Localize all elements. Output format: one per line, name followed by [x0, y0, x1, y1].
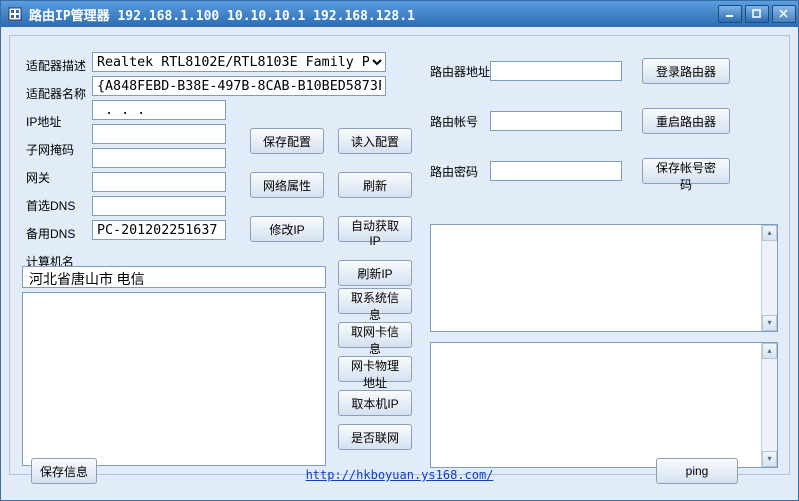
scrollbar-2[interactable]: ▴ ▾ — [761, 343, 777, 467]
isp-location-box: 河北省唐山市 电信 — [22, 266, 326, 288]
window-title: 路由IP管理器 192.168.1.100 10.10.10.1 192.168… — [29, 5, 715, 24]
modify-ip-button[interactable]: 修改IP — [250, 216, 324, 242]
maximize-button[interactable] — [745, 5, 769, 23]
scrollbar-1[interactable]: ▴ ▾ — [761, 225, 777, 331]
nic-phys-addr-button[interactable]: 网卡物理地址 — [338, 356, 412, 382]
app-icon — [7, 6, 23, 22]
get-nic-info-button[interactable]: 取网卡信息 — [338, 322, 412, 348]
main-frame: 适配器描述 适配器名称 IP地址 子网掩码 网关 首选DNS 备用DNS 计算机… — [9, 35, 790, 475]
label-gateway: 网关 — [26, 166, 88, 190]
router-addr-field[interactable] — [490, 61, 622, 81]
gateway-field[interactable] — [92, 148, 226, 168]
label-adapter-name: 适配器名称 — [26, 82, 88, 106]
dns1-field[interactable] — [92, 172, 226, 192]
log-list-box[interactable] — [22, 292, 326, 466]
load-config-button[interactable]: 读入配置 — [338, 128, 412, 154]
window-titlebar: 路由IP管理器 192.168.1.100 10.10.10.1 192.168… — [1, 1, 798, 27]
label-subnet: 子网掩码 — [26, 138, 88, 162]
is-online-button[interactable]: 是否联网 — [338, 424, 412, 450]
close-button[interactable] — [772, 5, 796, 23]
scroll-up-icon[interactable]: ▴ — [762, 343, 777, 359]
label-router-pass: 路由密码 — [430, 163, 490, 180]
output-textarea-1[interactable]: ▴ ▾ — [430, 224, 778, 332]
label-router-addr: 路由器地址 — [430, 63, 490, 80]
net-props-button[interactable]: 网络属性 — [250, 172, 324, 198]
save-account-button[interactable]: 保存帐号密码 — [642, 158, 730, 184]
save-config-button[interactable]: 保存配置 — [250, 128, 324, 154]
label-dns2: 备用DNS — [26, 222, 88, 246]
adapter-name-field[interactable] — [92, 76, 386, 96]
restart-router-button[interactable]: 重启路由器 — [642, 108, 730, 134]
label-adapter-desc: 适配器描述 — [26, 54, 88, 78]
label-dns1: 首选DNS — [26, 194, 88, 218]
get-local-ip-button[interactable]: 取本机IP — [338, 390, 412, 416]
adapter-desc-select[interactable]: Realtek RTL8102E/RTL8103E Family PCI-E F… — [92, 52, 386, 72]
scroll-down-icon[interactable]: ▾ — [762, 451, 777, 467]
output-textarea-2[interactable]: ▴ ▾ — [430, 342, 778, 468]
scroll-up-icon[interactable]: ▴ — [762, 225, 777, 241]
ip-field[interactable] — [92, 100, 226, 120]
refresh-button[interactable]: 刷新 — [338, 172, 412, 198]
label-router-user: 路由帐号 — [430, 113, 490, 130]
computer-name-field[interactable] — [92, 220, 226, 240]
minimize-button[interactable] — [718, 5, 742, 23]
router-user-field[interactable] — [490, 111, 622, 131]
dns2-field[interactable] — [92, 196, 226, 216]
get-sys-info-button[interactable]: 取系统信息 — [338, 288, 412, 314]
ping-button[interactable]: ping — [656, 458, 738, 484]
subnet-field[interactable] — [92, 124, 226, 144]
label-ip: IP地址 — [26, 110, 88, 134]
refresh-ip-button[interactable]: 刷新IP — [338, 260, 412, 286]
auto-get-ip-button[interactable]: 自动获取IP — [338, 216, 412, 242]
login-router-button[interactable]: 登录路由器 — [642, 58, 730, 84]
router-pass-field[interactable] — [490, 161, 622, 181]
scroll-down-icon[interactable]: ▾ — [762, 315, 777, 331]
